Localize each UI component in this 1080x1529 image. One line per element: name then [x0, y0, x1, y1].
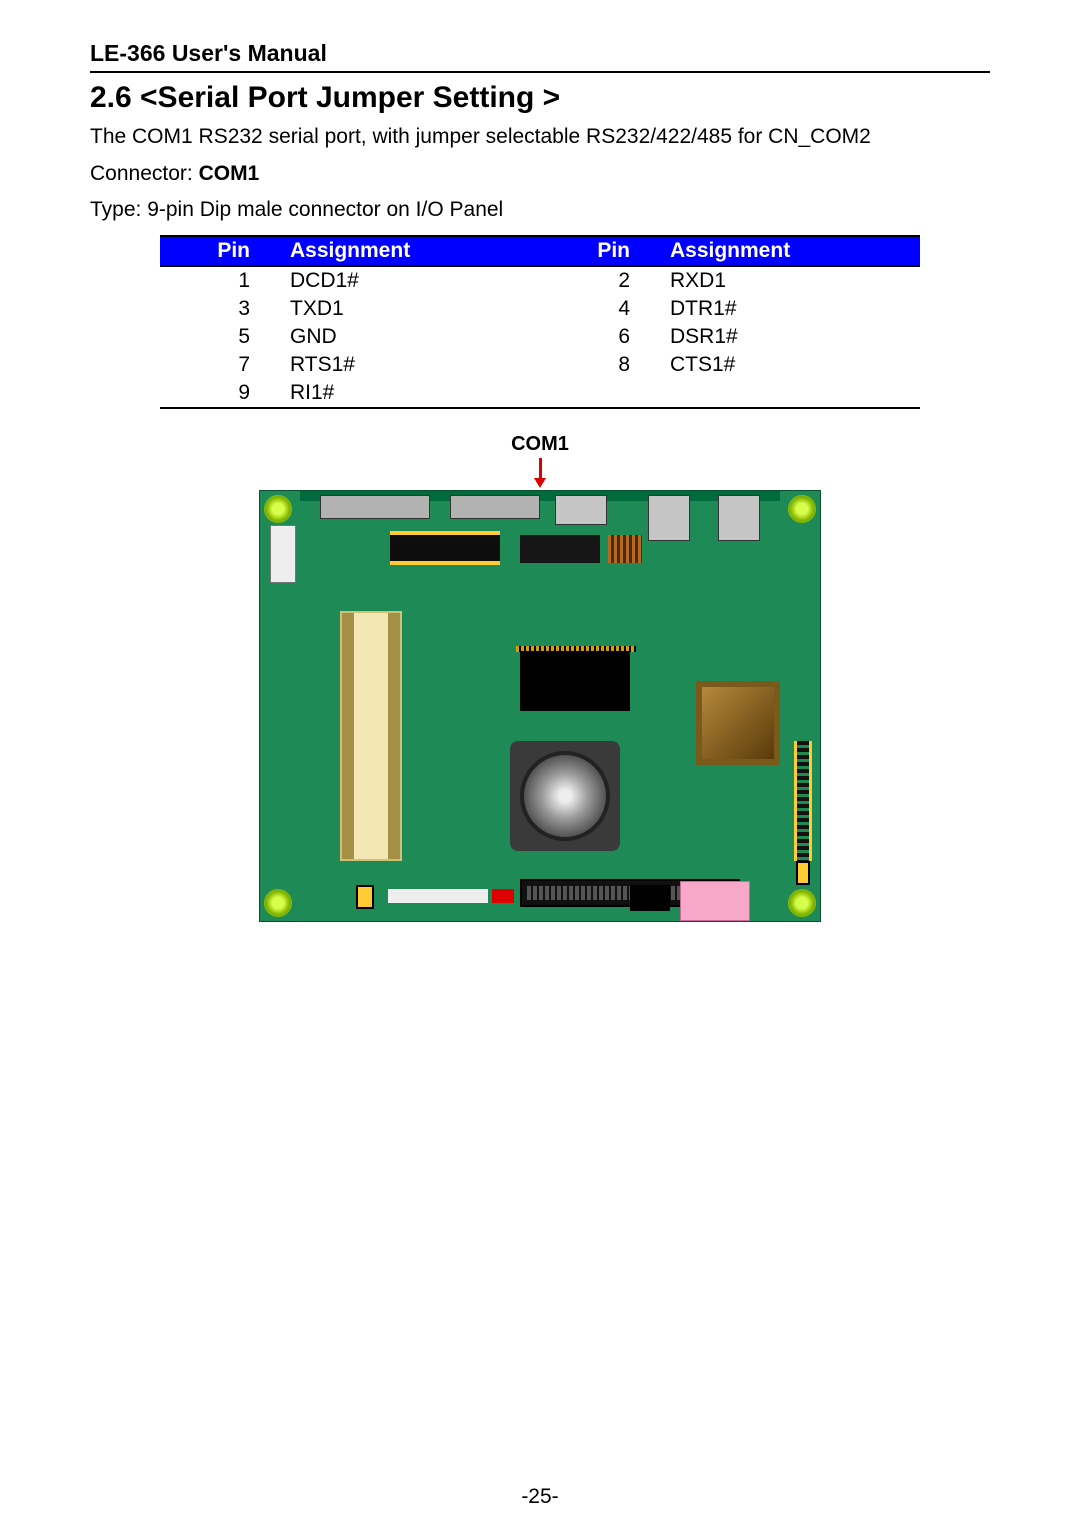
table-row: 1 DCD1# 2 RXD1 — [160, 266, 920, 295]
connector-small-icon — [630, 885, 670, 911]
header-black-icon — [520, 535, 600, 563]
cell: 4 — [540, 295, 660, 323]
mount-hole-icon — [264, 495, 292, 523]
cell: DCD1# — [280, 266, 540, 295]
table-header-row: Pin Assignment Pin Assignment — [160, 236, 920, 266]
cell: 6 — [540, 323, 660, 351]
table-row: 7 RTS1# 8 CTS1# — [160, 351, 920, 379]
mount-hole-icon — [788, 495, 816, 523]
chip-icon — [520, 651, 630, 711]
col-assign-1: Assignment — [280, 236, 540, 266]
sodimm-slot-icon — [340, 611, 402, 861]
cf-slot-icon — [680, 881, 750, 921]
manual-title: LE-366 User's Manual — [90, 40, 990, 73]
cpu-heatsink-icon — [520, 751, 610, 841]
cell: 3 — [160, 295, 280, 323]
usb-port-icon — [648, 495, 690, 541]
lan-port-icon — [555, 495, 607, 525]
table-row: 5 GND 6 DSR1# — [160, 323, 920, 351]
cell: RXD1 — [660, 266, 920, 295]
pin-assignment-table: Pin Assignment Pin Assignment 1 DCD1# 2 … — [160, 235, 920, 409]
cell: CTS1# — [660, 351, 920, 379]
power-connector-icon — [270, 525, 296, 583]
cell: RTS1# — [280, 351, 540, 379]
mount-hole-icon — [788, 889, 816, 917]
header-black-icon — [390, 531, 500, 565]
cell: DSR1# — [660, 323, 920, 351]
header-striped-icon — [608, 535, 642, 563]
cell: GND — [280, 323, 540, 351]
connector-type: Type: 9-pin Dip male connector on I/O Pa… — [90, 194, 990, 227]
jumper-icon — [796, 861, 810, 885]
callout-arrow-icon — [539, 458, 542, 480]
connector-prefix: Connector: — [90, 162, 199, 185]
cell: 9 — [160, 379, 280, 408]
cell: TXD1 — [280, 295, 540, 323]
pcb-illustration — [259, 490, 821, 922]
cell: 8 — [540, 351, 660, 379]
figure-callout-label: COM1 — [90, 433, 990, 456]
cell: DTR1# — [660, 295, 920, 323]
section-heading: 2.6 <Serial Port Jumper Setting > — [90, 81, 990, 115]
table-row: 3 TXD1 4 DTR1# — [160, 295, 920, 323]
vga-port-icon — [320, 495, 430, 519]
page-number: -25- — [0, 1485, 1080, 1509]
cell — [660, 379, 920, 408]
com1-port-icon — [450, 495, 540, 519]
board-figure: COM1 — [90, 433, 990, 922]
cell: 5 — [160, 323, 280, 351]
chipset-icon — [696, 681, 780, 765]
cell: 2 — [540, 266, 660, 295]
usb-port-icon — [718, 495, 760, 541]
cell: RI1# — [280, 379, 540, 408]
section-intro: The COM1 RS232 serial port, with jumper … — [90, 121, 990, 154]
table-row: 9 RI1# — [160, 379, 920, 408]
header-red-icon — [492, 889, 514, 903]
cell: 7 — [160, 351, 280, 379]
col-pin-1: Pin — [160, 236, 280, 266]
header-white-icon — [388, 889, 488, 903]
col-assign-2: Assignment — [660, 236, 920, 266]
connector-name: COM1 — [199, 162, 260, 185]
cell: 1 — [160, 266, 280, 295]
connector-line: Connector: COM1 — [90, 158, 990, 191]
col-pin-2: Pin — [540, 236, 660, 266]
cell — [540, 379, 660, 408]
mount-hole-icon — [264, 889, 292, 917]
jumper-icon — [356, 885, 374, 909]
side-header-icon — [794, 741, 812, 861]
